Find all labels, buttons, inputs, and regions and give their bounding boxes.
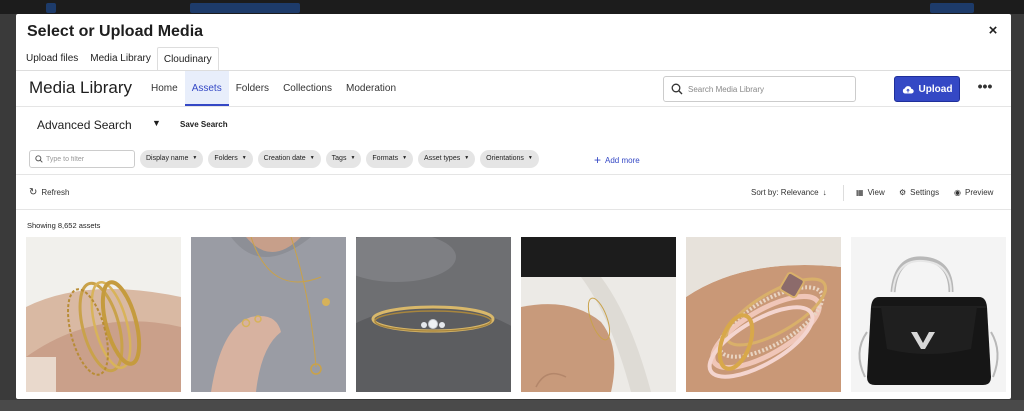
filter-chips: Display name ▼ Folders ▼ Creation date ▼ Ta… <box>140 150 539 168</box>
grid-view-icon: ▦ <box>856 188 864 197</box>
arrow-down-icon: ↓ <box>822 188 827 197</box>
caret-down-icon: ▼ <box>350 155 356 161</box>
asset-thumbnail[interactable] <box>26 237 181 392</box>
chip-formats[interactable]: Formats ▼ <box>366 150 414 168</box>
results-count: Showing 8,652 assets <box>27 221 101 230</box>
filter-input[interactable] <box>46 154 131 165</box>
save-search-button[interactable]: Save Search <box>180 120 228 129</box>
upload-button[interactable]: Upload <box>894 76 960 102</box>
advanced-search-dropdown[interactable]: Advanced Search <box>37 118 132 132</box>
cloud-upload-icon <box>902 85 914 93</box>
cloudinary-header: Media Library Home Assets Folders Collec… <box>16 71 1011 107</box>
chip-orientations[interactable]: Orientations ▼ <box>480 150 539 168</box>
advanced-search-row: Advanced Search ▼ Save Search <box>16 107 1011 143</box>
asset-thumbnail[interactable] <box>521 237 676 392</box>
cloudinary-nav: Home Assets Folders Collections Moderati… <box>144 71 403 106</box>
tab-upload-files[interactable]: Upload files <box>20 47 84 71</box>
caret-down-icon: ▼ <box>464 155 470 161</box>
close-icon[interactable]: × <box>985 23 1001 39</box>
modal-title: Select or Upload Media <box>27 23 204 40</box>
caret-down-icon: ▼ <box>527 155 533 161</box>
gold-necklace-ring-icon <box>191 237 346 392</box>
chip-creation-date[interactable]: Creation date ▼ <box>257 150 321 168</box>
chip-display-name[interactable]: Display name ▼ <box>140 150 204 168</box>
search-icon <box>35 155 43 163</box>
thin-bracelet-icon <box>521 237 676 392</box>
gear-icon: ⚙ <box>899 188 907 197</box>
gold-bracelet-stack-icon <box>26 237 181 392</box>
caret-down-icon[interactable]: ▼ <box>152 118 161 128</box>
nav-collections[interactable]: Collections <box>276 71 339 106</box>
asset-thumbnail[interactable] <box>851 237 1006 392</box>
beaded-bracelet-stack-icon <box>686 237 841 392</box>
tab-media-library[interactable]: Media Library <box>84 47 157 71</box>
caret-down-icon: ▼ <box>241 155 247 161</box>
search-box <box>663 76 856 102</box>
results-toolbar: ↻ Refresh Sort by: Relevance ↓ ▦ View ⚙ Sett… <box>16 176 1011 210</box>
caret-down-icon: ▼ <box>309 155 315 161</box>
nav-folders[interactable]: Folders <box>229 71 276 106</box>
add-more-filter-button[interactable]: + Add more <box>594 150 640 168</box>
chip-asset-types[interactable]: Asset types ▼ <box>418 150 476 168</box>
filter-box <box>29 150 135 168</box>
editor-bottom-bar <box>0 400 1024 411</box>
chip-tags[interactable]: Tags ▼ <box>325 150 362 168</box>
editor-top-bar <box>0 0 1024 14</box>
diamond-ring-icon <box>356 237 511 392</box>
chip-folders[interactable]: Folders ▼ <box>208 150 253 168</box>
view-button[interactable]: ▦ View <box>856 188 885 197</box>
filter-row: Display name▼ Folders▼ Creation date▼ Ta… <box>16 143 1011 175</box>
refresh-button[interactable]: ↻ Refresh <box>29 187 69 198</box>
sort-dropdown[interactable]: Sort by: Relevance ↓ <box>751 188 827 197</box>
asset-thumbnail[interactable] <box>356 237 511 392</box>
search-input[interactable] <box>688 82 848 96</box>
media-modal: Select or Upload Media × Upload files Me… <box>16 14 1011 399</box>
eye-icon: ◉ <box>954 188 961 197</box>
preview-button[interactable]: ◉ Preview <box>954 188 993 197</box>
nav-home[interactable]: Home <box>144 71 185 106</box>
search-icon <box>671 83 683 95</box>
nav-moderation[interactable]: Moderation <box>339 71 403 106</box>
more-options-icon[interactable]: ••• <box>976 79 994 98</box>
nav-assets[interactable]: Assets <box>184 71 229 106</box>
toolbar-divider <box>843 185 844 201</box>
upload-label: Upload <box>918 83 953 95</box>
asset-thumbnail[interactable] <box>686 237 841 392</box>
caret-down-icon: ▼ <box>402 155 408 161</box>
page-title: Media Library <box>29 78 132 97</box>
black-handbag-icon <box>851 237 1006 392</box>
plus-icon: + <box>594 153 602 167</box>
refresh-icon: ↻ <box>29 187 38 198</box>
settings-button[interactable]: ⚙ Settings <box>899 188 939 197</box>
source-tabs: Upload files Media Library Cloudinary <box>20 47 219 71</box>
tab-cloudinary[interactable]: Cloudinary <box>156 47 219 71</box>
asset-thumbnail[interactable] <box>191 237 346 392</box>
caret-down-icon: ▼ <box>192 155 198 161</box>
